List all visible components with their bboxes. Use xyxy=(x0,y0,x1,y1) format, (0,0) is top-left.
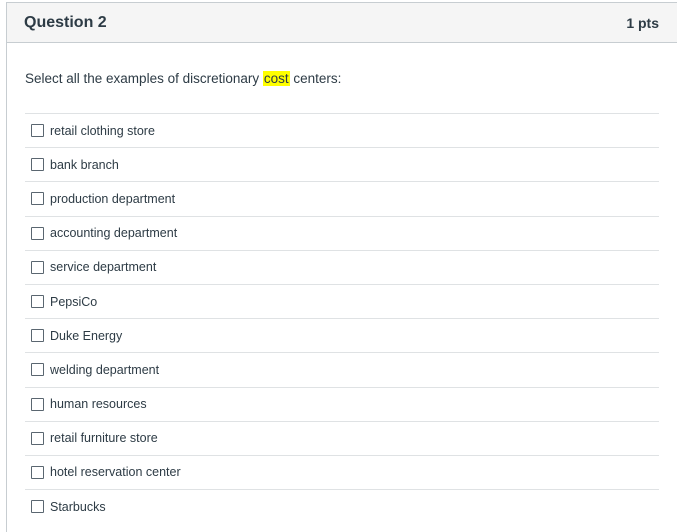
answer-label: human resources xyxy=(50,397,147,412)
checkbox[interactable] xyxy=(31,158,44,172)
checkbox[interactable] xyxy=(31,397,44,411)
answer-label: production department xyxy=(50,191,176,206)
answer-option[interactable]: retail clothing store xyxy=(25,113,659,147)
question-title: Question 2 xyxy=(24,13,107,31)
answer-label: accounting department xyxy=(50,226,178,241)
question-text: Select all the examples of discretionary… xyxy=(25,71,341,86)
checkbox[interactable] xyxy=(31,260,44,274)
checkbox[interactable] xyxy=(31,431,44,445)
answer-label: bank branch xyxy=(50,157,119,172)
checkbox[interactable] xyxy=(31,363,44,377)
checkbox[interactable] xyxy=(31,226,44,240)
checkbox[interactable] xyxy=(31,295,44,309)
answer-option[interactable]: accounting department xyxy=(25,215,659,250)
question-points: 1 pts xyxy=(626,14,659,31)
answer-option[interactable]: PepsiCo xyxy=(25,283,659,318)
question-text-before: Select all the examples of discretionary xyxy=(25,71,263,86)
answer-list: retail clothing store bank branch produc… xyxy=(25,113,659,523)
checkbox[interactable] xyxy=(31,329,44,343)
answer-label: service department xyxy=(50,260,157,275)
answer-option[interactable]: Duke Energy xyxy=(25,318,659,352)
answer-option[interactable]: human resources xyxy=(25,386,659,421)
answer-label: PepsiCo xyxy=(50,294,98,309)
answer-option[interactable]: welding department xyxy=(25,352,659,386)
answer-option[interactable]: bank branch xyxy=(25,147,659,181)
answer-option[interactable]: hotel reservation center xyxy=(25,454,659,489)
checkbox[interactable] xyxy=(31,192,44,206)
answer-label: hotel reservation center xyxy=(50,465,181,480)
answer-label: retail furniture store xyxy=(50,431,158,446)
checkbox[interactable] xyxy=(31,465,44,479)
question-text-after: centers: xyxy=(289,71,342,86)
question-text-highlight: cost xyxy=(262,71,290,86)
answer-label: Duke Energy xyxy=(50,328,123,343)
answer-option[interactable]: production department xyxy=(25,181,659,215)
answer-label: retail clothing store xyxy=(50,123,155,138)
answer-option[interactable]: retail furniture store xyxy=(25,420,659,455)
answer-label: Starbucks xyxy=(50,499,106,514)
question-card: Question 2 1 pts Select all the examples… xyxy=(6,2,677,532)
answer-option[interactable]: Starbucks xyxy=(25,489,659,523)
answer-option[interactable]: service department xyxy=(25,249,659,284)
checkbox[interactable] xyxy=(31,124,44,138)
question-header: Question 2 1 pts xyxy=(7,3,677,43)
answer-label: welding department xyxy=(50,362,160,377)
checkbox[interactable] xyxy=(31,500,44,514)
